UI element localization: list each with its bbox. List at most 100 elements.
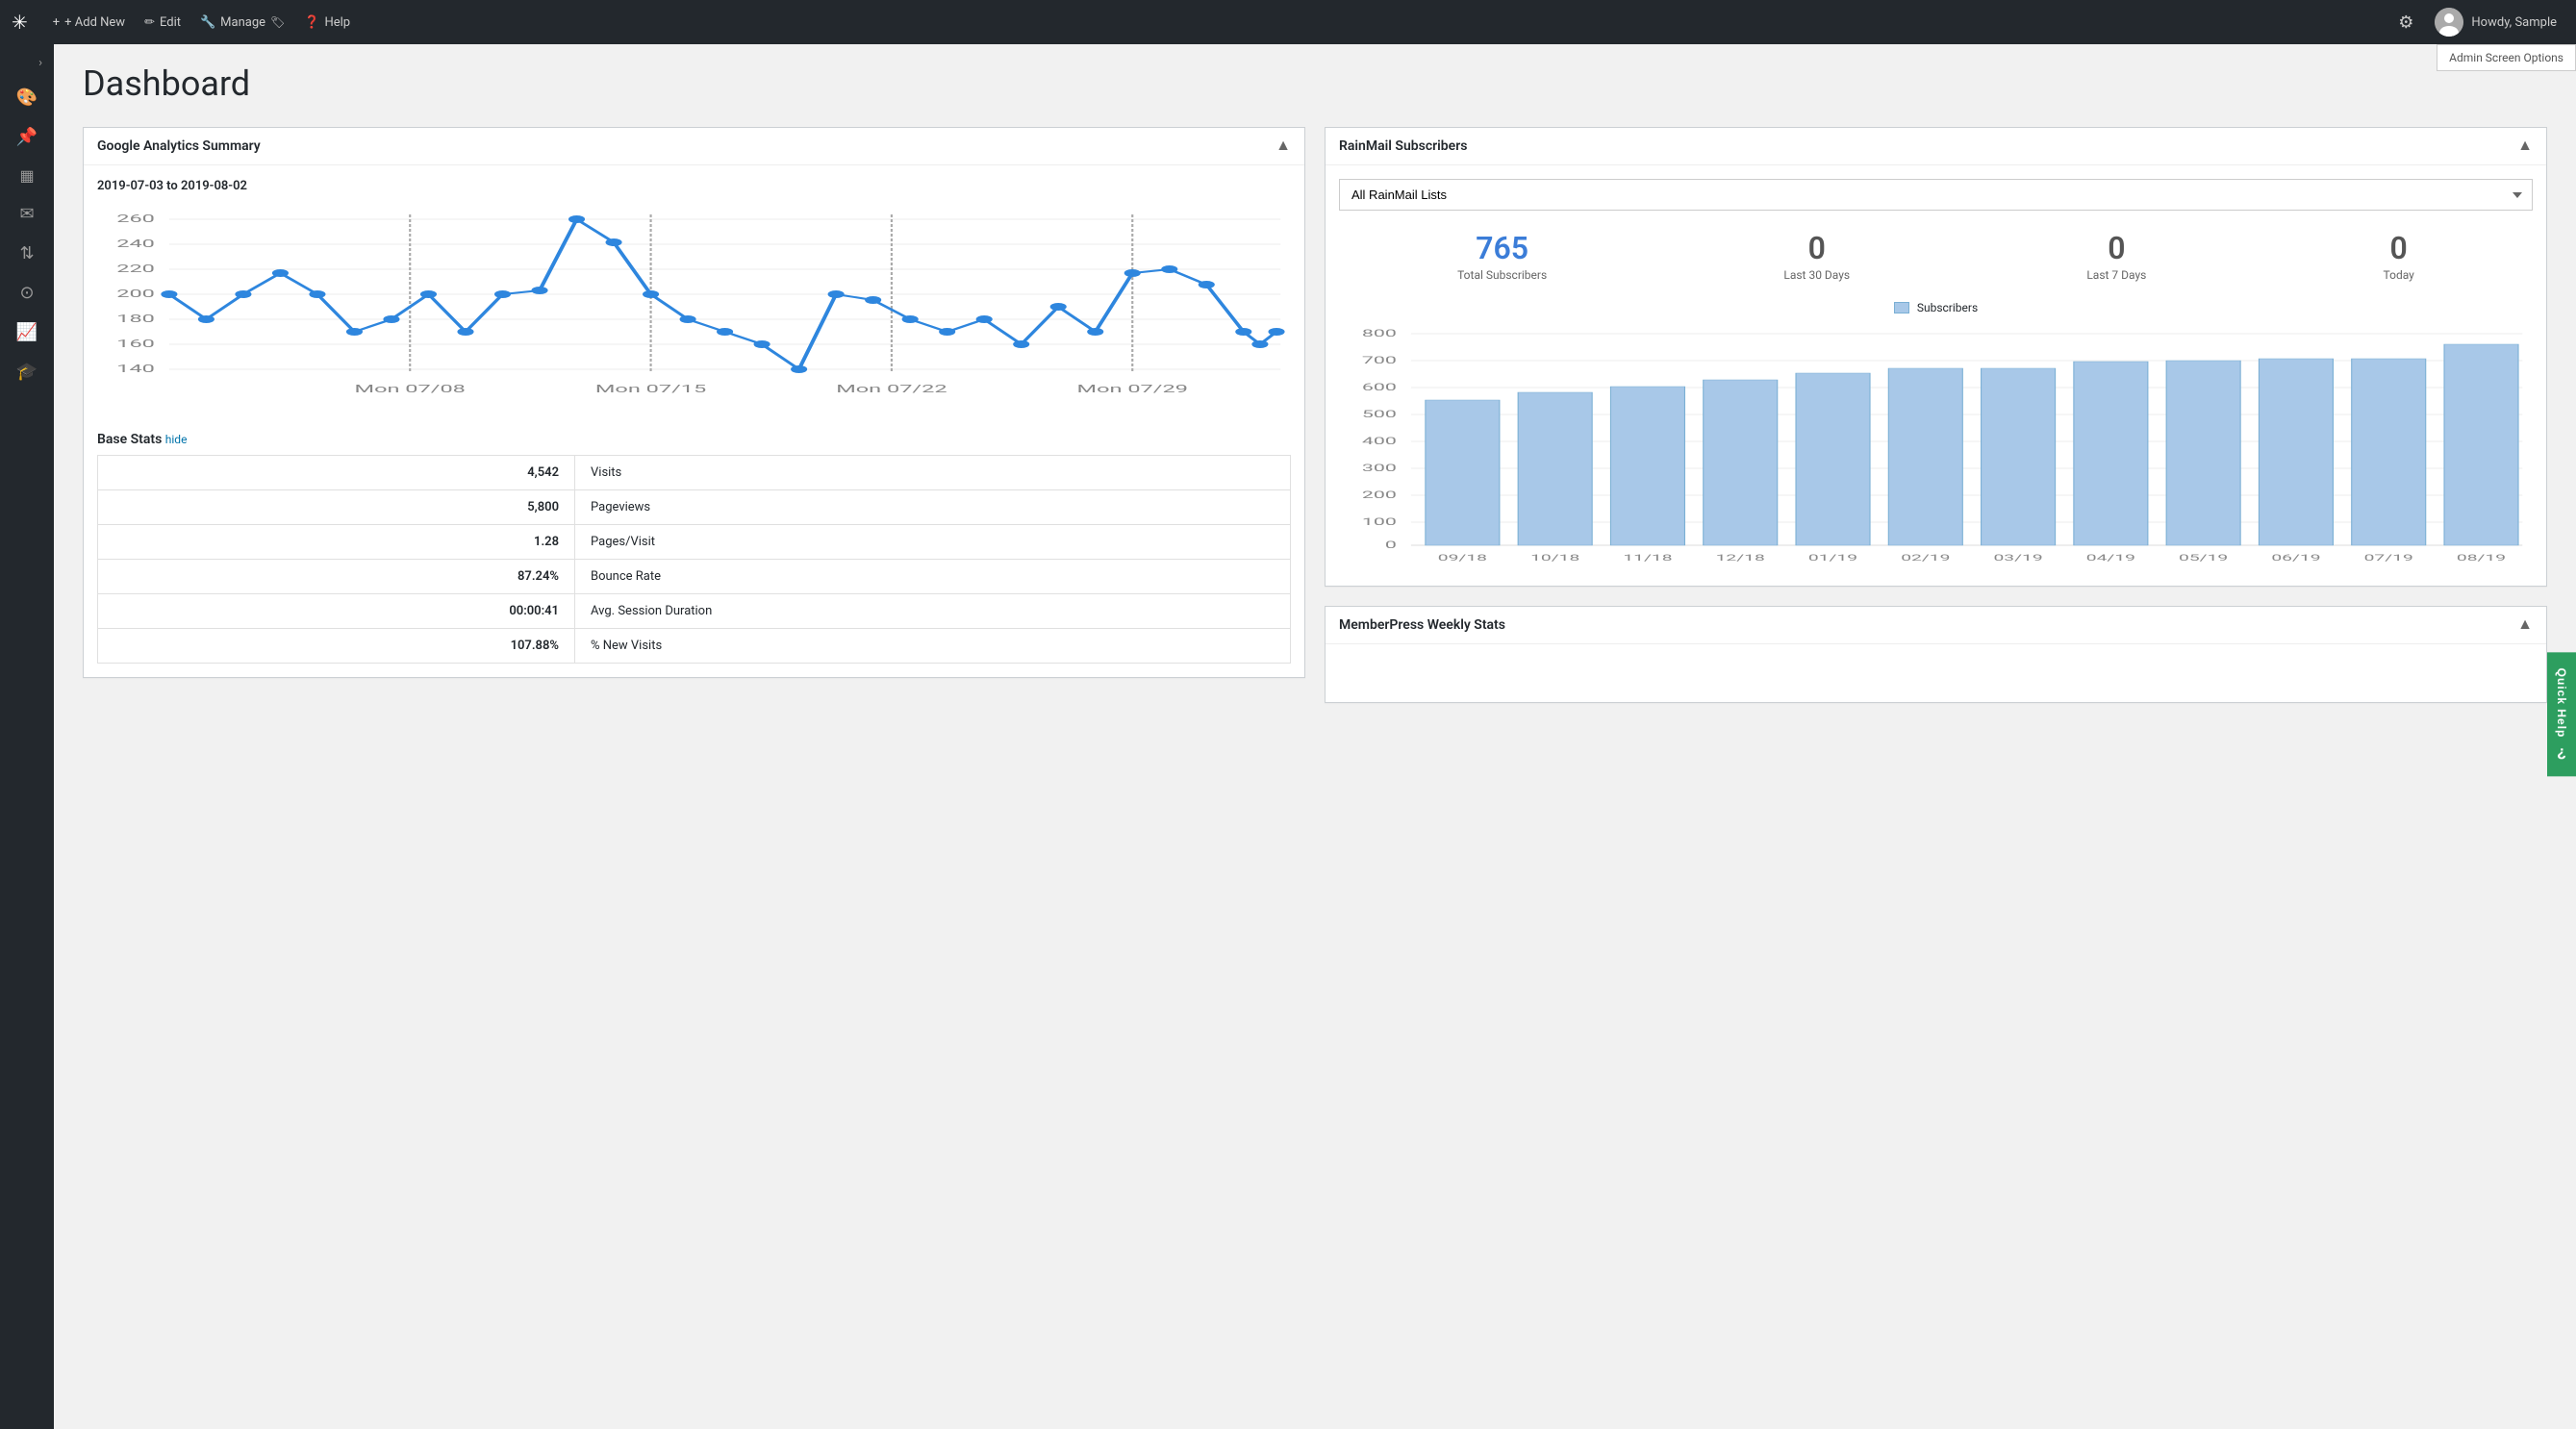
edit-nav-item[interactable]: ✏ Edit <box>135 0 190 44</box>
svg-text:100: 100 <box>1362 517 1397 528</box>
wp-logo[interactable]: ✳ <box>12 11 28 34</box>
svg-text:10/18: 10/18 <box>1530 553 1579 564</box>
base-stats-title: Base Stats <box>97 432 162 447</box>
stat-value: 00:00:41 <box>98 594 575 629</box>
svg-text:09/18: 09/18 <box>1438 553 1487 564</box>
manage-badge: 🏷 <box>270 15 285 29</box>
svg-text:Mon 07/08: Mon 07/08 <box>355 383 466 395</box>
svg-text:300: 300 <box>1362 464 1397 474</box>
table-row: 4,542 Visits <box>98 456 1291 490</box>
analytics-collapse-button[interactable]: ▲ <box>1275 138 1291 155</box>
svg-text:06/19: 06/19 <box>2271 553 2320 564</box>
svg-text:160: 160 <box>116 338 155 350</box>
line-chart-svg: 260 240 220 200 180 160 140 <box>97 205 1291 416</box>
quick-help-button[interactable]: ? Quick Help <box>2547 653 2576 777</box>
dashboard-grid: Google Analytics Summary ▲ 2019-07-03 to… <box>83 127 2547 703</box>
stat-label: Visits <box>575 456 1291 490</box>
manage-icon: 🔧 <box>200 15 215 30</box>
memberpress-widget: MemberPress Weekly Stats ▲ <box>1325 606 2547 703</box>
svg-text:700: 700 <box>1362 356 1397 366</box>
svg-text:05/19: 05/19 <box>2179 553 2228 564</box>
bar-chart-container: 800 700 600 500 400 300 200 100 0 <box>1339 322 2533 572</box>
legend-label: Subscribers <box>1917 301 1978 314</box>
analytics-widget-title: Google Analytics Summary <box>97 138 261 154</box>
help-label: Help <box>324 15 350 30</box>
page-title: Dashboard <box>83 63 2547 104</box>
base-stats-header: Base Stats hide <box>97 432 1291 447</box>
svg-text:04/19: 04/19 <box>2086 553 2135 564</box>
svg-text:11/18: 11/18 <box>1623 553 1672 564</box>
transfer-icon: ⇅ <box>19 243 34 263</box>
right-column: RainMail Subscribers ▲ All RainMail List… <box>1325 127 2547 703</box>
memberpress-collapse-button[interactable]: ▲ <box>2517 616 2533 634</box>
svg-text:500: 500 <box>1362 410 1397 420</box>
svg-text:03/19: 03/19 <box>1993 553 2042 564</box>
hide-base-stats-link[interactable]: hide <box>165 433 188 446</box>
sidebar-item-transfers[interactable]: ⇅ <box>0 234 54 273</box>
memberpress-widget-title: MemberPress Weekly Stats <box>1339 617 1505 633</box>
howdy-text: Howdy, Sample <box>2471 15 2557 30</box>
stat-label: Bounce Rate <box>575 560 1291 594</box>
last-7-days-value: 0 <box>2086 230 2146 266</box>
sidebar-item-courses[interactable]: 🎓 <box>0 352 54 391</box>
question-mark-icon: ? <box>2557 743 2566 761</box>
screen-options-button[interactable]: Admin Screen Options <box>2437 44 2576 71</box>
chevron-right-icon: › <box>38 56 42 70</box>
bar-04-19 <box>2074 362 2148 545</box>
grid-icon: ▦ <box>19 166 34 185</box>
last-7-days-stat: 0 Last 7 Days <box>2086 230 2146 282</box>
svg-text:Mon 07/15: Mon 07/15 <box>595 383 706 395</box>
stat-value: 107.88% <box>98 629 575 664</box>
appearance-icon: 🎨 <box>16 88 38 108</box>
table-row: 107.88% % New Visits <box>98 629 1291 664</box>
svg-text:12/18: 12/18 <box>1716 553 1765 564</box>
chart-icon: 📈 <box>16 322 38 342</box>
rainmail-widget: RainMail Subscribers ▲ All RainMail List… <box>1325 127 2547 587</box>
top-navigation: ✳ + + Add New ✏ Edit 🔧 Manage 🏷 ❓ Help ⚙… <box>0 0 2576 44</box>
svg-text:800: 800 <box>1362 329 1397 339</box>
svg-text:0: 0 <box>1385 540 1397 551</box>
manage-nav-item[interactable]: 🔧 Manage 🏷 <box>190 0 294 44</box>
base-stats-table: 4,542 Visits 5,800 Pageviews 1.28 Pages/… <box>97 455 1291 664</box>
rainmail-widget-header: RainMail Subscribers ▲ <box>1326 128 2546 165</box>
bar-05-19 <box>2166 361 2240 545</box>
help-icon: ❓ <box>304 15 319 30</box>
svg-text:01/19: 01/19 <box>1808 553 1857 564</box>
bar-02-19 <box>1888 368 1962 545</box>
add-new-nav-item[interactable]: + + Add New <box>43 0 135 44</box>
sidebar-item-target[interactable]: ⊙ <box>0 273 54 313</box>
stat-label: % New Visits <box>575 629 1291 664</box>
line-chart-container: 260 240 220 200 180 160 140 <box>97 205 1291 416</box>
sidebar-item-mail[interactable]: ✉ <box>0 194 54 234</box>
bar-10-18 <box>1518 392 1592 545</box>
table-row: 87.24% Bounce Rate <box>98 560 1291 594</box>
bar-06-19 <box>2259 359 2333 545</box>
rainmail-list-dropdown[interactable]: All RainMail Lists <box>1339 179 2533 211</box>
analytics-widget-header: Google Analytics Summary ▲ <box>84 128 1304 165</box>
nav-right: ⚙ Howdy, Sample <box>2388 0 2564 44</box>
total-subscribers-value: 765 <box>1457 230 1547 266</box>
svg-text:200: 200 <box>1362 490 1397 501</box>
screen-options-label: Admin Screen Options <box>2449 51 2563 64</box>
help-nav-item[interactable]: ❓ Help <box>294 0 360 44</box>
manage-label: Manage <box>220 15 265 30</box>
rainmail-widget-title: RainMail Subscribers <box>1339 138 1467 154</box>
sidebar-item-posts[interactable]: 📌 <box>0 117 54 157</box>
sidebar-toggle[interactable]: › <box>0 48 54 78</box>
table-row: 1.28 Pages/Visit <box>98 525 1291 560</box>
pin-icon: 📌 <box>16 127 38 147</box>
rainmail-collapse-button[interactable]: ▲ <box>2517 138 2533 155</box>
sidebar-item-pages[interactable]: ▦ <box>0 157 54 194</box>
sidebar-item-analytics[interactable]: 📈 <box>0 313 54 352</box>
memberpress-widget-body <box>1326 644 2546 702</box>
svg-text:Mon 07/29: Mon 07/29 <box>1077 383 1188 395</box>
legend-color-box <box>1894 302 1909 313</box>
subscriber-stats: 765 Total Subscribers 0 Last 30 Days 0 L… <box>1339 230 2533 282</box>
svg-text:240: 240 <box>116 238 155 250</box>
stat-value: 87.24% <box>98 560 575 594</box>
sidebar-item-appearance[interactable]: 🎨 <box>0 78 54 117</box>
left-column: Google Analytics Summary ▲ 2019-07-03 to… <box>83 127 1305 703</box>
user-menu[interactable]: Howdy, Sample <box>2427 8 2564 37</box>
last-30-days-stat: 0 Last 30 Days <box>1783 230 1850 282</box>
settings-nav-item[interactable]: ⚙ <box>2388 0 2423 44</box>
